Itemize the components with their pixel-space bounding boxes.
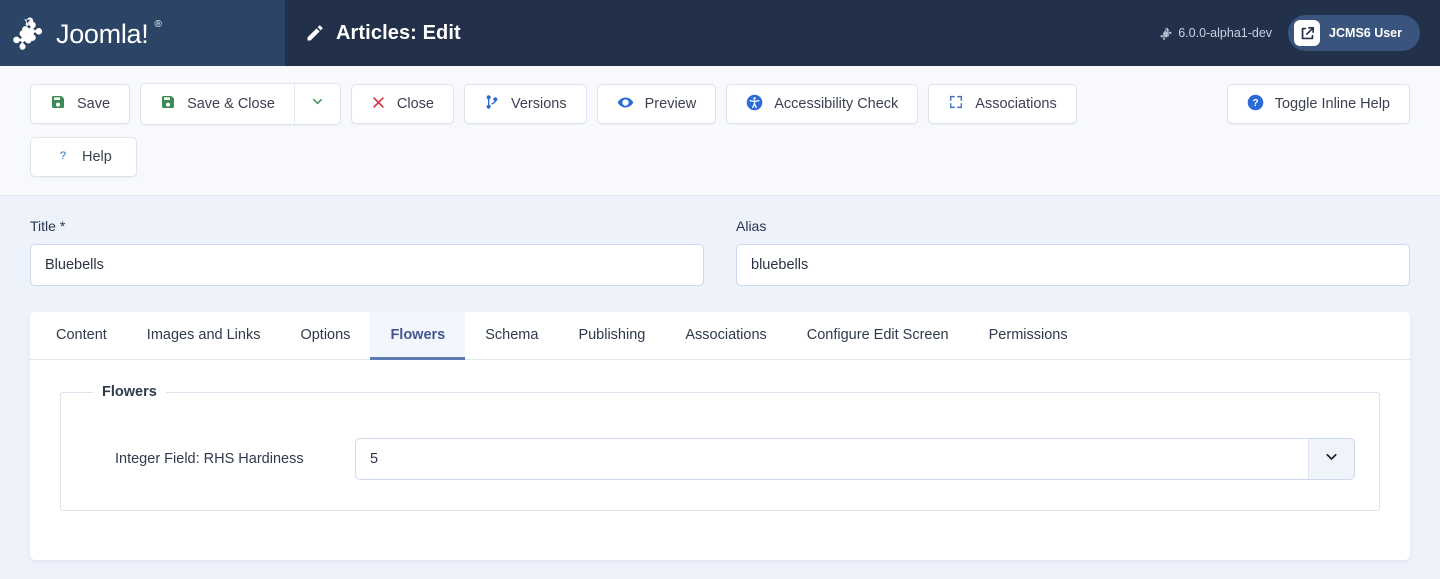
tab-content[interactable]: Content	[36, 312, 127, 360]
floppy-disk-icon	[50, 94, 66, 114]
rhs-hardiness-label: Integer Field: RHS Hardiness	[85, 451, 355, 467]
chevron-down-icon	[310, 94, 325, 114]
joomla-mark-icon	[1160, 27, 1173, 40]
rhs-hardiness-select[interactable]: 5	[355, 438, 1355, 480]
toggle-inline-help-button[interactable]: ? Toggle Inline Help	[1227, 84, 1410, 124]
tab-flowers[interactable]: Flowers	[370, 312, 465, 360]
pencil-icon	[305, 23, 325, 43]
tab-associations[interactable]: Associations	[665, 312, 786, 360]
close-button[interactable]: Close	[351, 84, 454, 124]
brand-area[interactable]: Joomla! ®	[0, 0, 285, 66]
joomla-logo-icon	[12, 16, 46, 50]
alias-label: Alias	[736, 218, 1410, 234]
toolbar-row-secondary: ? Help	[30, 137, 1410, 177]
version-badge: 6.0.0-alpha1-dev	[1160, 26, 1272, 40]
accessibility-icon	[746, 94, 763, 115]
title-label-text: Title	[30, 218, 56, 234]
user-menu-button[interactable]: JCMS6 User	[1288, 15, 1420, 51]
associations-button[interactable]: Associations	[928, 84, 1076, 124]
save-and-close-button[interactable]: Save & Close	[141, 84, 294, 124]
preview-button[interactable]: Preview	[597, 84, 717, 124]
rhs-hardiness-row: Integer Field: RHS Hardiness 5	[85, 438, 1355, 480]
title-label: Title *	[30, 218, 704, 234]
joomla-logo[interactable]: Joomla! ®	[12, 16, 166, 50]
associations-button-label: Associations	[975, 96, 1056, 112]
toggle-inline-help-label: Toggle Inline Help	[1275, 96, 1390, 112]
flowers-fieldset-legend: Flowers	[93, 384, 166, 400]
app-header: Joomla! ® Articles: Edit 6.0.0-alpha1-de…	[0, 0, 1440, 66]
tab-schema[interactable]: Schema	[465, 312, 558, 360]
help-button[interactable]: ? Help	[30, 137, 137, 177]
preview-button-label: Preview	[645, 96, 697, 112]
close-button-label: Close	[397, 96, 434, 112]
chevron-down-icon	[1323, 448, 1340, 470]
title-alias-band: Title * Alias	[0, 196, 1440, 312]
external-link-icon	[1294, 20, 1320, 46]
brand-name: Joomla!	[56, 21, 148, 48]
versions-button-label: Versions	[511, 96, 567, 112]
editor-card: Content Images and Links Options Flowers…	[30, 312, 1410, 560]
page-title: Articles: Edit	[336, 22, 461, 45]
help-button-label: Help	[82, 149, 112, 165]
versions-button[interactable]: Versions	[464, 84, 587, 124]
toolbar-row-primary: Save Save & Close Close	[30, 83, 1410, 125]
save-and-close-label: Save & Close	[187, 96, 275, 112]
alias-input[interactable]	[736, 244, 1410, 286]
floppy-disk-icon	[160, 94, 176, 114]
flowers-fieldset: Flowers Integer Field: RHS Hardiness 5	[60, 384, 1380, 511]
accessibility-check-button[interactable]: Accessibility Check	[726, 84, 918, 124]
title-input[interactable]	[30, 244, 704, 286]
version-label: 6.0.0-alpha1-dev	[1178, 26, 1272, 40]
tab-options[interactable]: Options	[280, 312, 370, 360]
svg-text:?: ?	[60, 150, 66, 162]
branch-icon	[484, 94, 500, 114]
required-marker: *	[60, 218, 65, 234]
user-name: JCMS6 User	[1329, 26, 1402, 40]
title-field-group: Title *	[30, 218, 704, 286]
question-mark-icon: ?	[55, 147, 71, 167]
alias-field-group: Alias	[736, 218, 1410, 286]
tab-bar: Content Images and Links Options Flowers…	[30, 312, 1410, 360]
tab-publishing[interactable]: Publishing	[558, 312, 665, 360]
save-and-close-group: Save & Close	[140, 83, 341, 125]
x-icon	[371, 95, 386, 114]
tab-configure-edit-screen[interactable]: Configure Edit Screen	[787, 312, 969, 360]
eye-icon	[617, 94, 634, 115]
rhs-hardiness-value: 5	[356, 439, 1308, 479]
flowers-panel: Flowers Integer Field: RHS Hardiness 5	[30, 360, 1410, 545]
registered-mark: ®	[154, 19, 161, 30]
save-button-label: Save	[77, 96, 110, 112]
tab-images-and-links[interactable]: Images and Links	[127, 312, 281, 360]
save-button[interactable]: Save	[30, 84, 130, 124]
header-right-area: 6.0.0-alpha1-dev JCMS6 User	[1160, 0, 1440, 66]
tab-permissions[interactable]: Permissions	[969, 312, 1088, 360]
svg-text:?: ?	[1252, 98, 1258, 109]
accessibility-check-label: Accessibility Check	[774, 96, 898, 112]
save-options-dropdown-toggle[interactable]	[294, 84, 340, 124]
toolbar: Save Save & Close Close	[0, 66, 1440, 196]
question-circle-icon: ?	[1247, 94, 1264, 115]
rhs-hardiness-dropdown-toggle[interactable]	[1308, 439, 1354, 479]
page-title-area: Articles: Edit	[285, 0, 1160, 66]
contract-corners-icon	[948, 94, 964, 114]
